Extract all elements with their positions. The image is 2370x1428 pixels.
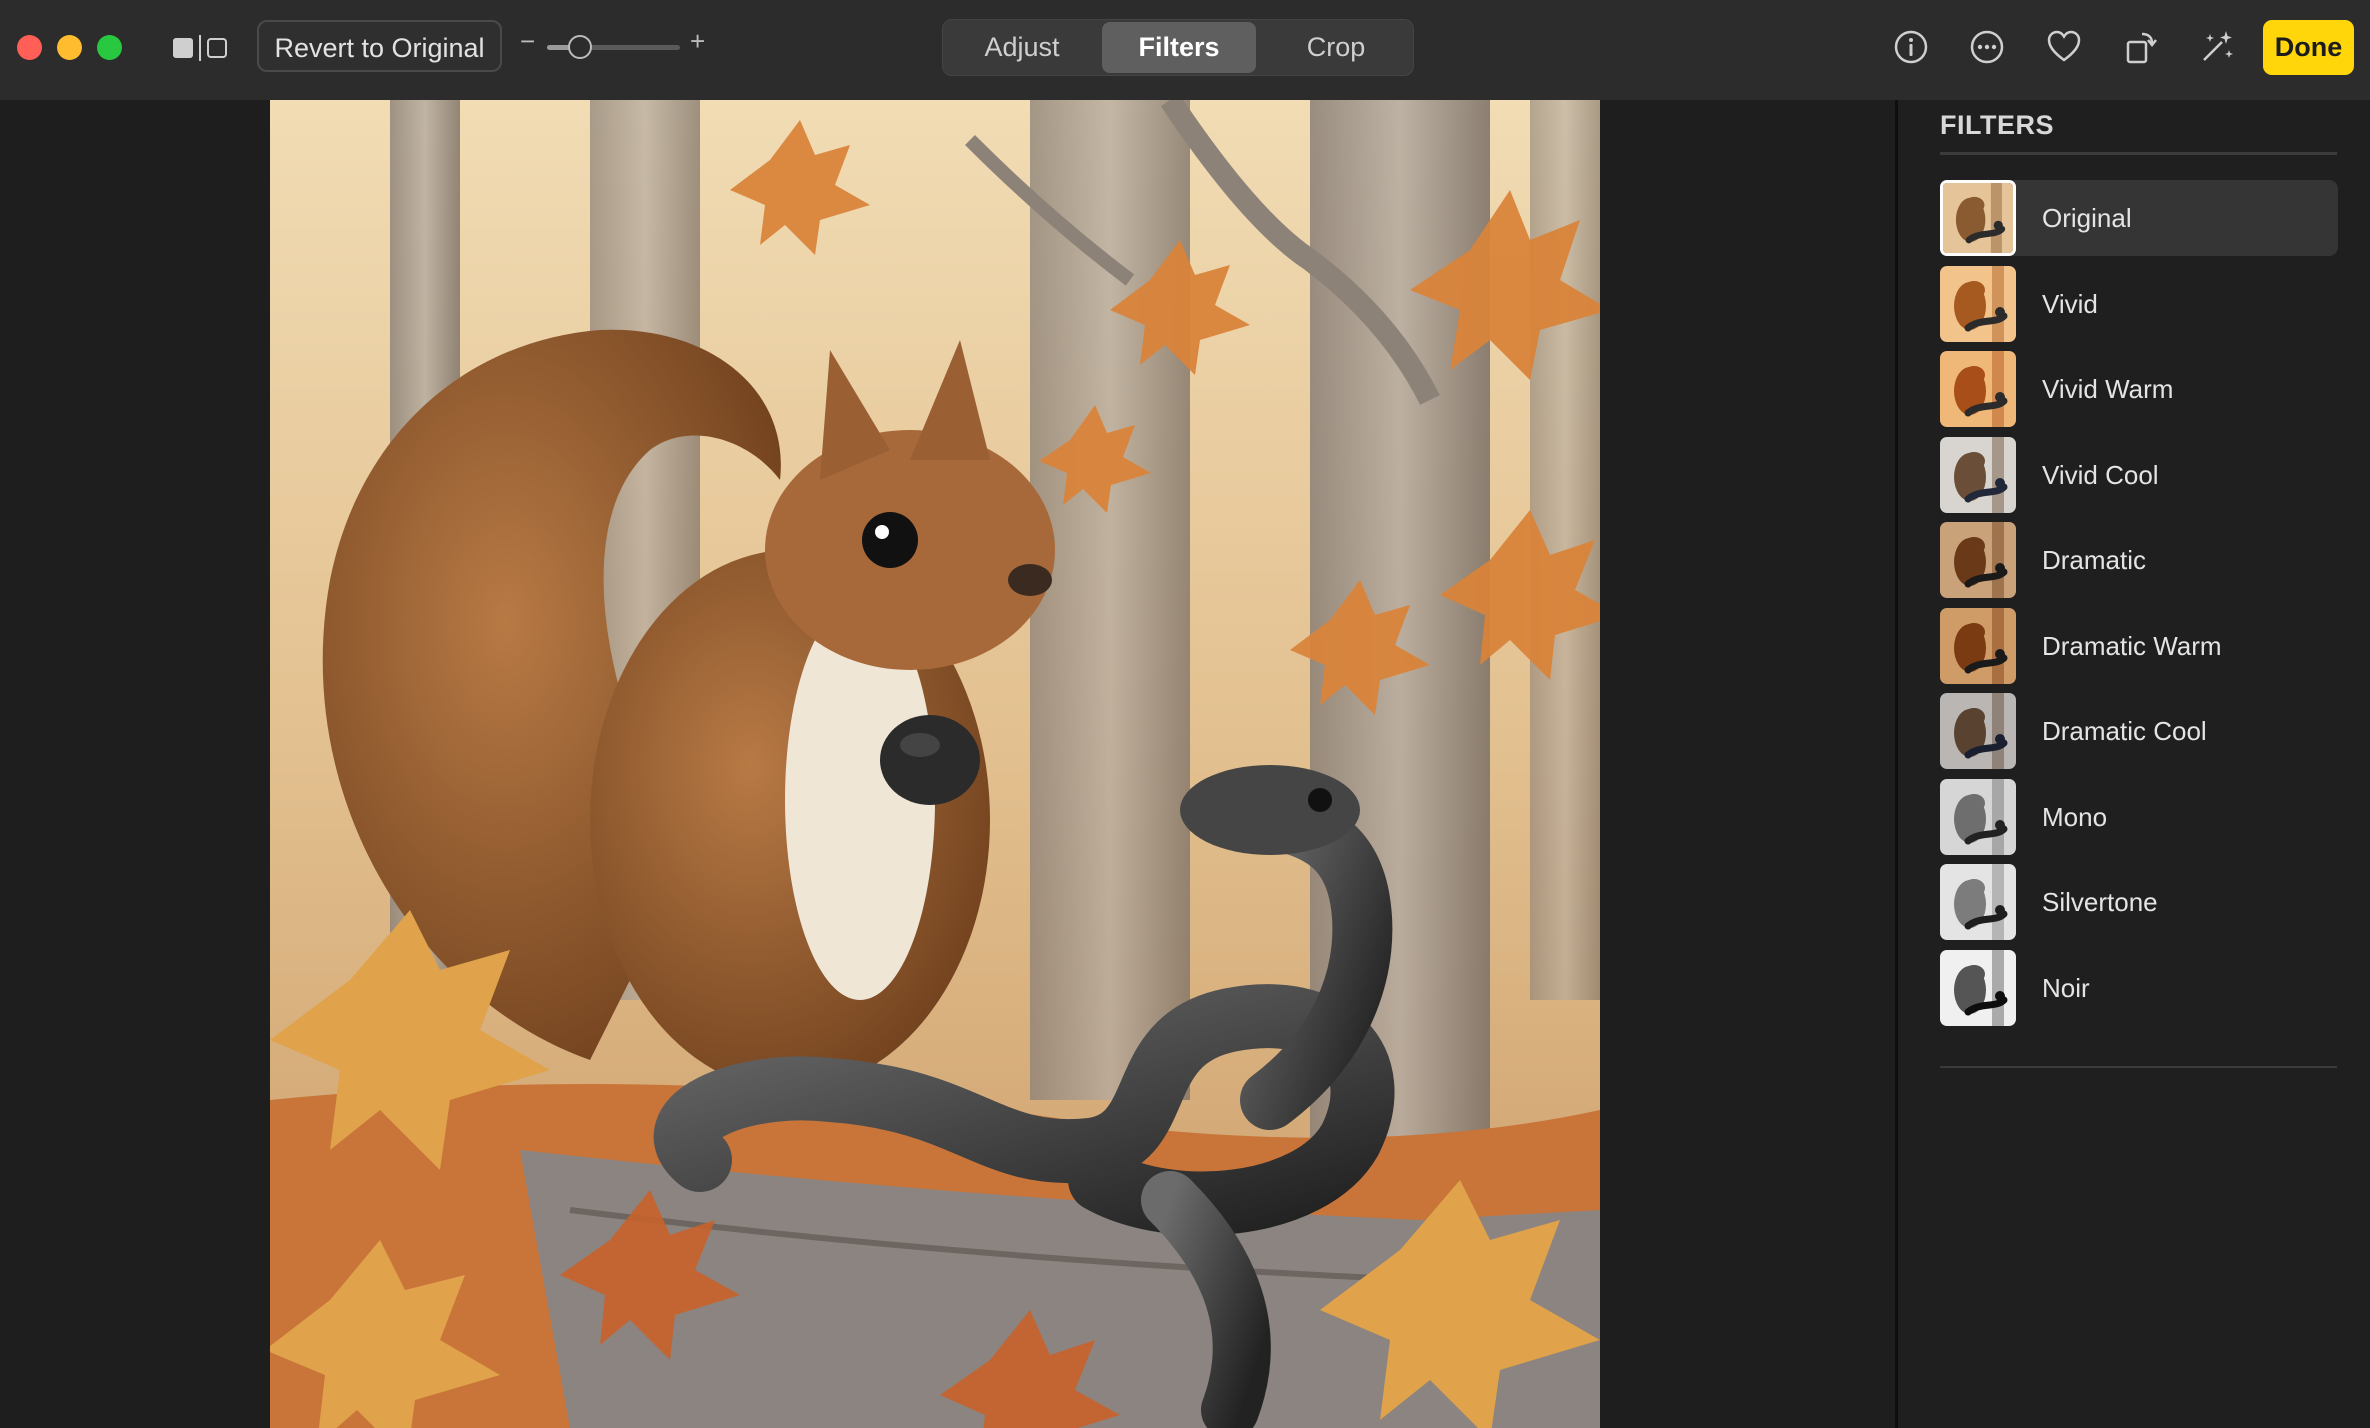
- tab-filters[interactable]: Filters: [1102, 22, 1256, 73]
- zoom-in-icon[interactable]: +: [690, 26, 705, 57]
- magic-wand-icon[interactable]: [2198, 28, 2236, 66]
- zoom-out-icon[interactable]: −: [520, 26, 535, 57]
- photo-canvas: [0, 100, 1895, 1428]
- filter-item-dramatic[interactable]: Dramatic: [1940, 522, 2338, 598]
- tab-crop[interactable]: Crop: [1259, 22, 1413, 73]
- close-window-button[interactable]: [17, 35, 42, 60]
- filter-item-original[interactable]: Original: [1940, 180, 2338, 256]
- info-icon[interactable]: [1892, 28, 1930, 66]
- filter-thumbnail: [1940, 949, 2016, 1026]
- filter-item-noir[interactable]: Noir: [1940, 949, 2338, 1026]
- edit-mode-tabs: Adjust Filters Crop: [942, 19, 1414, 76]
- divider: [1940, 152, 2337, 155]
- zoom-window-button[interactable]: [97, 35, 122, 60]
- filters-heading: FILTERS: [1940, 110, 2054, 140]
- filter-thumbnail: [1940, 265, 2016, 342]
- more-icon[interactable]: [1968, 28, 2006, 66]
- filter-thumbnail: [1940, 180, 2016, 256]
- filter-item-dramatic-cool[interactable]: Dramatic Cool: [1940, 693, 2338, 769]
- filter-label: Dramatic: [2042, 545, 2147, 575]
- minimize-window-button[interactable]: [57, 35, 82, 60]
- filter-label: Vivid Cool: [2042, 459, 2159, 490]
- filter-item-silvertone[interactable]: Silvertone: [1940, 864, 2338, 940]
- filter-item-vivid[interactable]: Vivid: [1940, 265, 2338, 342]
- filter-thumbnail: [1940, 778, 2016, 855]
- filter-thumbnail: [1940, 693, 2016, 769]
- filter-label: Mono: [2042, 801, 2108, 832]
- edited-photo[interactable]: [270, 100, 1600, 1428]
- revert-to-original-button[interactable]: Revert to Original: [257, 20, 502, 72]
- toolbar: Revert to Original − + Adjust Filters Cr…: [0, 0, 2370, 102]
- compare-split-icon[interactable]: [172, 35, 228, 61]
- filter-item-mono[interactable]: Mono: [1940, 778, 2338, 855]
- filter-label: Dramatic Warm: [2042, 630, 2222, 661]
- autumn-squirrel-snake-image: [270, 100, 1600, 1428]
- done-button[interactable]: Done: [2263, 20, 2354, 75]
- rotate-icon[interactable]: [2122, 28, 2160, 66]
- filter-item-dramatic-warm[interactable]: Dramatic Warm: [1940, 607, 2338, 684]
- filter-item-vivid-cool[interactable]: Vivid Cool: [1940, 436, 2338, 513]
- filter-thumbnail: [1940, 607, 2016, 684]
- divider: [1940, 1066, 2337, 1068]
- filter-thumbnail: [1940, 436, 2016, 513]
- filter-label: Silvertone: [2042, 887, 2158, 917]
- tab-adjust[interactable]: Adjust: [945, 22, 1099, 73]
- filter-label: Original: [2042, 203, 2132, 233]
- zoom-slider[interactable]: [547, 35, 680, 59]
- filter-label: Dramatic Cool: [2042, 716, 2207, 746]
- filter-label: Vivid: [2042, 288, 2098, 319]
- heart-icon[interactable]: [2045, 28, 2083, 66]
- filter-thumbnail: [1940, 522, 2016, 598]
- filter-label: Vivid Warm: [2042, 374, 2174, 404]
- photos-edit-window: Revert to Original − + Adjust Filters Cr…: [0, 0, 2370, 1428]
- filter-thumbnail: [1940, 351, 2016, 427]
- filters-sidebar: FILTERS Original Vivid Vivid Warm Vivid Coo…: [1895, 100, 2370, 1428]
- filter-label: Noir: [2042, 972, 2090, 1003]
- filter-item-vivid-warm[interactable]: Vivid Warm: [1940, 351, 2338, 427]
- zoom-slider-knob[interactable]: [568, 35, 593, 59]
- filter-thumbnail: [1940, 864, 2016, 940]
